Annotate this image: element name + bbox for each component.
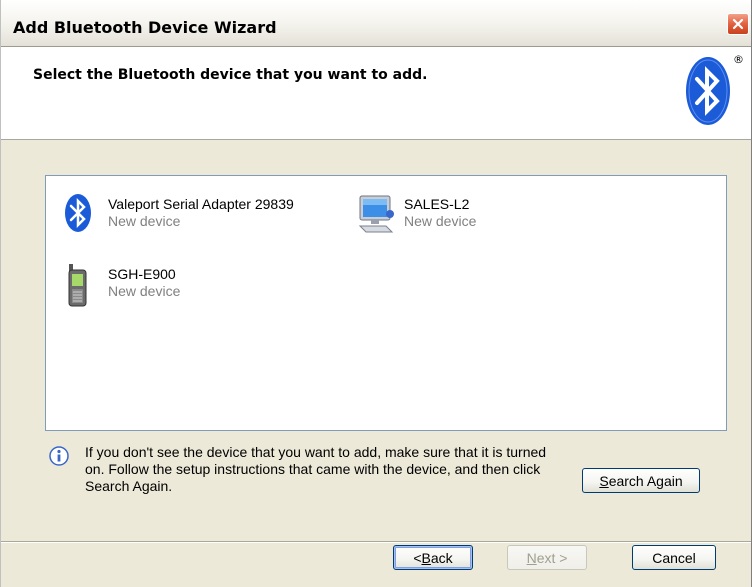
device-name: SALES-L2 <box>404 196 470 212</box>
device-name: Valeport Serial Adapter 29839 <box>108 196 294 212</box>
back-button[interactable]: < Back <box>393 545 473 570</box>
search-hint: If you don't see the device that you wan… <box>49 444 565 495</box>
search-again-button[interactable]: Search Again <box>582 468 700 493</box>
window-title: Add Bluetooth Device Wizard <box>13 18 277 37</box>
device-item-sgh-e900[interactable]: SGH-E900 New device <box>60 262 181 307</box>
bluetooth-logo-icon <box>684 55 732 131</box>
next-button[interactable]: Next > <box>507 545 587 570</box>
device-item-sales-l2[interactable]: SALES-L2 New device <box>356 192 476 236</box>
info-icon <box>49 446 69 466</box>
wizard-header: Select the Bluetooth device that you wan… <box>1 47 751 140</box>
close-button[interactable] <box>727 13 749 35</box>
title-bar[interactable]: Add Bluetooth Device Wizard <box>1 0 751 47</box>
device-status: New device <box>108 213 181 229</box>
hint-text: If you don't see the device that you wan… <box>85 444 547 494</box>
phone-icon <box>60 262 96 307</box>
device-list[interactable]: Valeport Serial Adapter 29839 New device… <box>45 175 727 431</box>
device-status: New device <box>108 283 181 299</box>
device-item-valeport[interactable]: Valeport Serial Adapter 29839 New device <box>60 192 294 236</box>
registered-mark: ® <box>733 53 744 66</box>
page-title: Select the Bluetooth device that you wan… <box>33 67 428 83</box>
computer-icon <box>356 192 394 236</box>
bluetooth-icon <box>60 192 96 236</box>
close-icon <box>732 18 744 30</box>
device-name: SGH-E900 <box>108 266 176 282</box>
cancel-button[interactable]: Cancel <box>632 545 716 570</box>
device-status: New device <box>404 213 477 229</box>
wizard-window: Add Bluetooth Device Wizard Select the B… <box>0 0 752 587</box>
footer-divider <box>1 541 751 543</box>
